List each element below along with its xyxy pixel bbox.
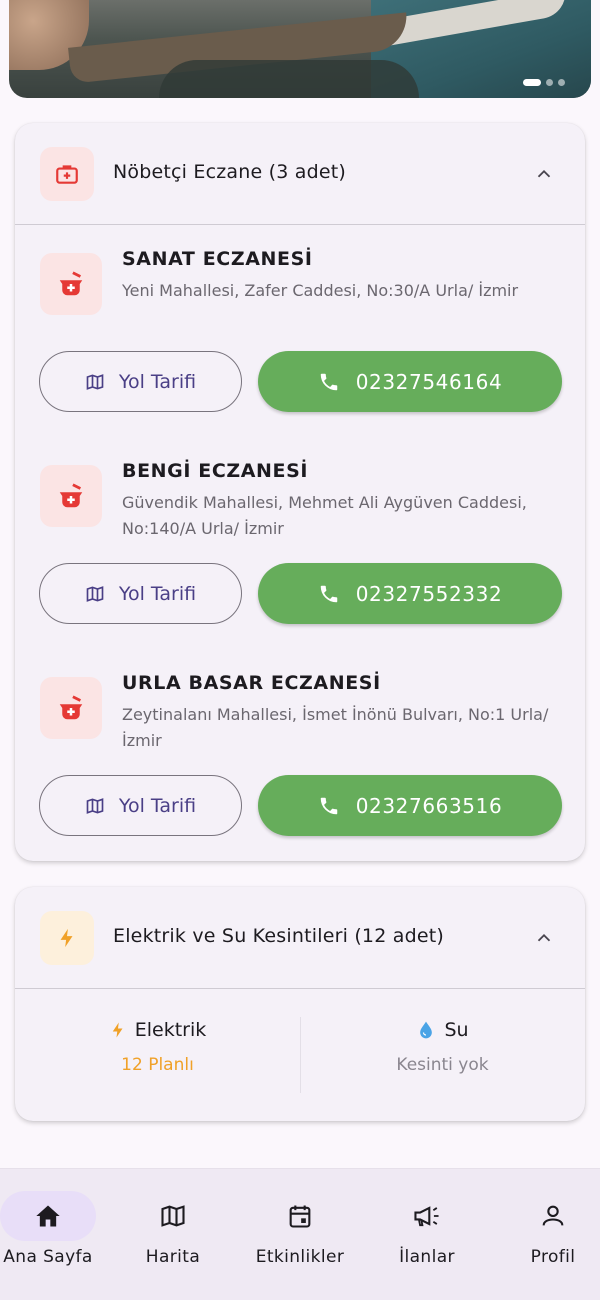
- call-button[interactable]: 02327663516: [258, 775, 562, 836]
- mortar-pestle-icon: [40, 677, 102, 739]
- pharmacy-name: SANAT ECZANESİ: [122, 248, 313, 270]
- directions-button[interactable]: Yol Tarifi: [39, 775, 242, 836]
- phone-number: 02327546164: [355, 369, 503, 394]
- nav-label: İlanlar: [399, 1247, 455, 1267]
- pharmacy-item: SANAT ECZANESİ Yeni Mahallesi, Zafer Cad…: [15, 225, 585, 437]
- pharmacy-section-title: Nöbetçi Eczane (3 adet): [113, 161, 347, 183]
- phone-icon: [320, 797, 337, 814]
- map-icon: [86, 585, 104, 602]
- map-icon: [161, 1205, 185, 1227]
- pharmacy-name: URLA BASAR ECZANESİ: [122, 672, 381, 694]
- directions-button[interactable]: Yol Tarifi: [39, 563, 242, 624]
- lightning-bolt-icon: [112, 1022, 123, 1038]
- carousel-dot[interactable]: [558, 79, 565, 86]
- megaphone-icon: [414, 1206, 439, 1227]
- nav-label: Etkinlikler: [255, 1247, 345, 1267]
- pharmacy-name: BENGİ ECZANESİ: [122, 460, 309, 482]
- outages-summary: Elektrik 12 Planlı Su Kesinti yok: [15, 989, 585, 1121]
- nav-item-map[interactable]: Harita: [113, 1191, 233, 1267]
- bottom-navigation-bar: Ana Sayfa Harita Etkinlikler İlanlar Pro…: [0, 1168, 600, 1300]
- first-aid-kit-icon: [40, 147, 94, 201]
- pharmacy-item: URLA BASAR ECZANESİ Zeytinalanı Mahalles…: [15, 649, 585, 861]
- call-button[interactable]: 02327546164: [258, 351, 562, 412]
- nav-item-profile[interactable]: Profil: [493, 1191, 600, 1267]
- call-button[interactable]: 02327552332: [258, 563, 562, 624]
- pharmacy-card: Nöbetçi Eczane (3 adet) SANAT ECZANESİ Y…: [15, 123, 585, 861]
- phone-number: 02327663516: [355, 793, 503, 818]
- water-label: Su: [444, 1019, 469, 1041]
- nav-label: Harita: [145, 1247, 201, 1267]
- chevron-up-icon[interactable]: [533, 163, 555, 185]
- phone-icon: [320, 585, 337, 602]
- carousel-dot-active[interactable]: [523, 79, 541, 86]
- outages-card-header[interactable]: Elektrik ve Su Kesintileri (12 adet): [15, 887, 585, 989]
- pharmacy-address: Yeni Mahallesi, Zafer Caddesi, No:30/A U…: [122, 281, 519, 300]
- person-icon: [542, 1205, 564, 1226]
- directions-button[interactable]: Yol Tarifi: [39, 351, 242, 412]
- nav-item-home[interactable]: Ana Sayfa: [0, 1191, 108, 1267]
- outages-card: Elektrik ve Su Kesintileri (12 adet) Ele…: [15, 887, 585, 1121]
- pharmacy-card-header[interactable]: Nöbetçi Eczane (3 adet): [15, 123, 585, 225]
- nav-item-events[interactable]: Etkinlikler: [240, 1191, 360, 1267]
- water-outage[interactable]: Su Kesinti yok: [300, 1019, 585, 1075]
- nav-label: Ana Sayfa: [3, 1247, 93, 1267]
- directions-label: Yol Tarifi: [118, 794, 197, 817]
- electricity-outage[interactable]: Elektrik 12 Planlı: [15, 1019, 300, 1075]
- home-icon: [36, 1205, 60, 1227]
- electricity-value: 12 Planlı: [121, 1055, 194, 1075]
- pharmacy-address: Güvendik Mahallesi, Mehmet Ali Aygüven C…: [122, 493, 527, 538]
- phone-number: 02327552332: [355, 581, 503, 606]
- map-icon: [86, 373, 104, 390]
- chevron-up-icon[interactable]: [533, 927, 555, 949]
- water-value: Kesinti yok: [396, 1055, 489, 1075]
- nav-active-indicator: [0, 1191, 96, 1241]
- water-drop-icon: [420, 1021, 433, 1039]
- directions-label: Yol Tarifi: [118, 370, 197, 393]
- mortar-pestle-icon: [40, 253, 102, 315]
- carousel-dot[interactable]: [546, 79, 553, 86]
- pharmacy-item: BENGİ ECZANESİ Güvendik Mahallesi, Mehme…: [15, 437, 585, 649]
- hero-image-carousel[interactable]: [9, 0, 591, 98]
- electricity-label: Elektrik: [134, 1019, 207, 1041]
- mortar-pestle-icon: [40, 465, 102, 527]
- lightning-bolt-icon: [40, 911, 94, 965]
- directions-label: Yol Tarifi: [118, 582, 197, 605]
- outages-section-title: Elektrik ve Su Kesintileri (12 adet): [113, 925, 445, 947]
- hero-fishing-net: [159, 60, 419, 98]
- calendar-icon: [289, 1205, 311, 1228]
- nav-item-announcements[interactable]: İlanlar: [367, 1191, 487, 1267]
- pharmacy-address: Zeytinalanı Mahallesi, İsmet İnönü Bulva…: [122, 705, 549, 750]
- phone-icon: [320, 373, 337, 390]
- map-icon: [86, 797, 104, 814]
- nav-label: Profil: [530, 1247, 576, 1267]
- carousel-indicator: [523, 79, 565, 86]
